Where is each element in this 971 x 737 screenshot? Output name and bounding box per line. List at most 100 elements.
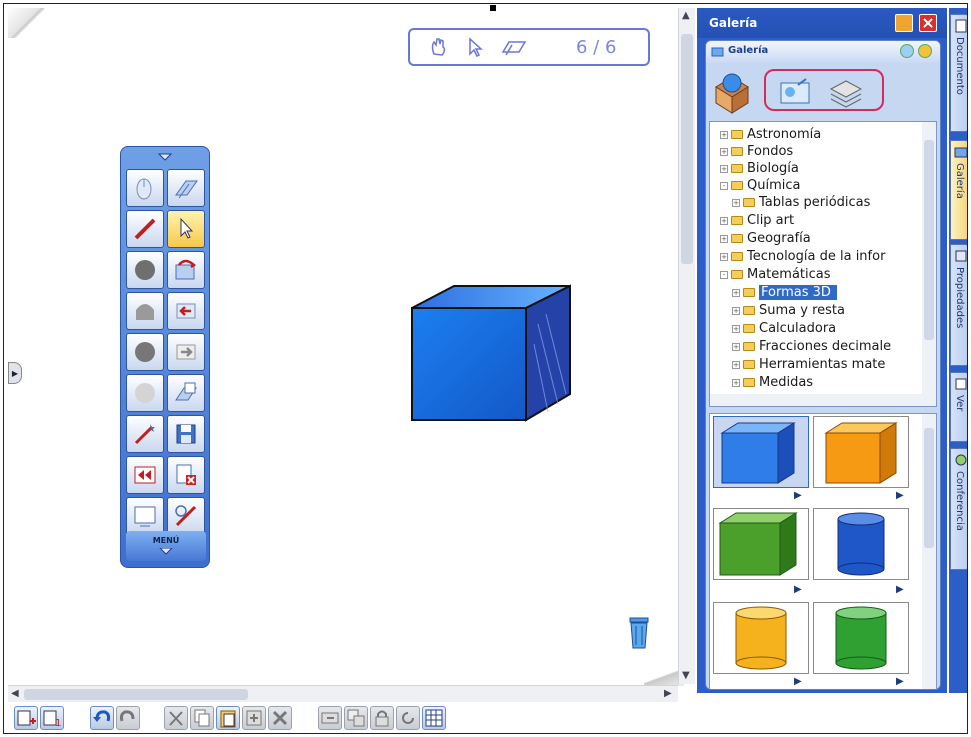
tree-item-tecnologia[interactable]: + Tecnología de la infor: [720, 248, 885, 265]
magic-pen-button[interactable]: [126, 415, 164, 453]
tree-expander[interactable]: +: [720, 234, 728, 243]
tree-item-herramientas[interactable]: + Herramientas mate: [732, 356, 885, 373]
delete-page-button[interactable]: [167, 456, 205, 494]
canvas-horizontal-scrollbar[interactable]: ◀ ▶: [8, 685, 678, 702]
tree-item-fracciones[interactable]: + Fracciones decimale: [732, 338, 891, 355]
scroll-left-icon[interactable]: ◀: [11, 688, 19, 699]
rewind-button[interactable]: [126, 456, 164, 494]
previous-page-button[interactable]: [167, 292, 205, 330]
duplicate-page-button[interactable]: 1: [40, 706, 64, 730]
tab-conferencia[interactable]: Conferencia: [950, 448, 967, 570]
tree-item-calculadora[interactable]: + Calculadora: [732, 320, 836, 337]
group-button[interactable]: [344, 706, 368, 730]
thumbnail-blue-cube[interactable]: [713, 416, 809, 488]
pages-icon[interactable]: [500, 36, 528, 58]
options-icon[interactable]: [918, 44, 932, 58]
scroll-thumb[interactable]: [924, 428, 934, 548]
tree-expander[interactable]: +: [720, 252, 728, 261]
resize-handle-top[interactable]: [490, 5, 496, 11]
canvas-vertical-scrollbar[interactable]: ▲ ▼: [678, 8, 695, 684]
tree-expander[interactable]: +: [720, 147, 728, 156]
tree-item-suma-y-resta[interactable]: + Suma y resta: [732, 302, 845, 319]
palette-collapse-handle[interactable]: [121, 147, 209, 167]
tab-ver[interactable]: Ver: [950, 372, 967, 442]
thumbnail-blue-cylinder[interactable]: [813, 508, 909, 580]
close-button[interactable]: [919, 14, 937, 32]
tree-expander[interactable]: +: [732, 324, 740, 333]
shape-fill-button[interactable]: [126, 333, 164, 371]
redo-button[interactable]: [116, 706, 140, 730]
undo-button[interactable]: [90, 706, 114, 730]
gallery-box-icon[interactable]: [712, 71, 752, 115]
palette-menu-button[interactable]: MENÚ: [126, 531, 206, 561]
tree-expander[interactable]: +: [732, 288, 740, 297]
highlighter-button[interactable]: [126, 251, 164, 289]
thumbnail-menu-arrow-icon[interactable]: ▶: [896, 490, 904, 501]
tree-expander[interactable]: +: [732, 378, 740, 387]
thumbnails-vertical-scrollbar[interactable]: [922, 414, 936, 689]
select-tool-button[interactable]: [167, 210, 205, 248]
eraser-button[interactable]: [126, 292, 164, 330]
tab-propiedades[interactable]: Propiedades: [950, 244, 967, 366]
tree-expander[interactable]: -: [720, 270, 728, 279]
redo-page-button[interactable]: [167, 251, 205, 289]
tree-item-formas-3d[interactable]: + Formas 3D: [732, 284, 837, 301]
hand-icon[interactable]: [428, 36, 450, 58]
pointer-icon[interactable]: [464, 36, 486, 58]
tree-expander[interactable]: +: [720, 216, 728, 225]
lock-button[interactable]: [370, 706, 394, 730]
clear-annotations-button[interactable]: [167, 497, 205, 535]
thumbnail-menu-arrow-icon[interactable]: ▶: [896, 676, 904, 687]
paste-button[interactable]: [216, 706, 240, 730]
tree-item-clip-art[interactable]: + Clip art: [720, 212, 794, 229]
tab-documento[interactable]: Documento: [950, 14, 967, 132]
scroll-thumb[interactable]: [24, 689, 248, 700]
tree-expander[interactable]: +: [720, 164, 728, 173]
tree-expander[interactable]: +: [732, 342, 740, 351]
thumbnail-menu-arrow-icon[interactable]: ▶: [794, 490, 802, 501]
grid-button[interactable]: [422, 706, 446, 730]
insert-page-button[interactable]: [167, 374, 205, 412]
page-stack-button[interactable]: [167, 169, 205, 207]
tree-expander[interactable]: -: [720, 181, 728, 190]
trash-icon[interactable]: [628, 616, 650, 650]
scroll-down-icon[interactable]: ▼: [682, 670, 690, 681]
spotlight-button[interactable]: [126, 374, 164, 412]
thumbnail-green-cylinder[interactable]: [813, 602, 909, 674]
stacked-layers-icon[interactable]: [828, 75, 864, 109]
pin-button[interactable]: [895, 14, 913, 32]
mouse-tool-button[interactable]: [126, 169, 164, 207]
tree-item-quimica[interactable]: - Química: [720, 177, 800, 194]
gallery-category-tree[interactable]: + Astronomía + Fondos + Biología - Química +…: [709, 121, 937, 407]
scroll-thumb[interactable]: [681, 34, 693, 264]
scroll-thumb[interactable]: [924, 140, 934, 340]
bring-forward-button[interactable]: [318, 706, 342, 730]
tree-item-tablas-periodicas[interactable]: + Tablas periódicas: [732, 194, 870, 211]
tree-expander[interactable]: +: [732, 198, 740, 207]
next-page-button[interactable]: [167, 333, 205, 371]
tab-galeria[interactable]: Galería: [950, 140, 967, 240]
scroll-up-icon[interactable]: ▲: [682, 10, 690, 21]
pen-tool-button[interactable]: [126, 210, 164, 248]
thumbnail-green-cube[interactable]: [713, 508, 809, 580]
copy-button[interactable]: [190, 706, 214, 730]
save-button[interactable]: [167, 415, 205, 453]
rotate-button[interactable]: [396, 706, 420, 730]
thumbnail-menu-arrow-icon[interactable]: ▶: [896, 584, 904, 595]
tree-item-biologia[interactable]: + Biología: [720, 160, 799, 177]
tree-expander[interactable]: +: [720, 130, 728, 139]
tree-item-fondos[interactable]: + Fondos: [720, 143, 793, 160]
scroll-right-icon[interactable]: ▶: [664, 688, 672, 699]
tree-vertical-scrollbar[interactable]: [922, 122, 936, 406]
thumbnail-menu-arrow-icon[interactable]: ▶: [794, 584, 802, 595]
tree-item-astronomia[interactable]: + Astronomía: [720, 126, 821, 143]
eye-icon[interactable]: [900, 44, 914, 58]
cut-button[interactable]: [164, 706, 188, 730]
panel-expander-left[interactable]: ▶: [8, 362, 22, 384]
thumbnail-yellow-cylinder[interactable]: [713, 602, 809, 674]
thumbnail-orange-cube[interactable]: [813, 416, 909, 488]
tree-item-geografia[interactable]: + Geografía: [720, 230, 811, 247]
tree-item-matematicas[interactable]: - Matemáticas: [720, 266, 831, 283]
blue-cube-shape[interactable]: [408, 284, 578, 424]
thumbnail-menu-arrow-icon[interactable]: ▶: [794, 676, 802, 687]
